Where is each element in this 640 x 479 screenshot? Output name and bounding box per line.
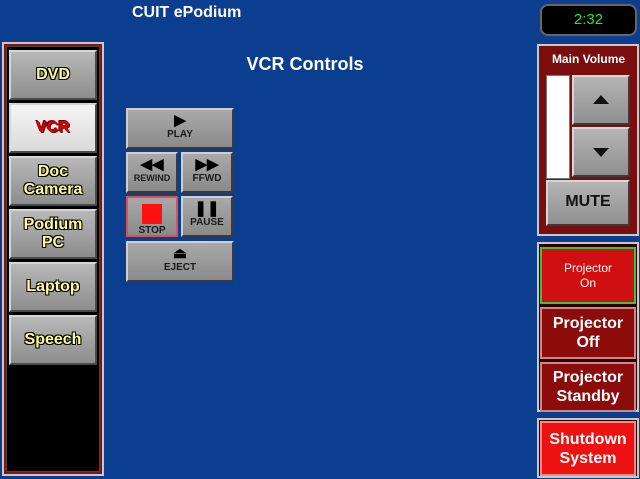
page-title: VCR Controls: [246, 54, 364, 74]
source-doc-camera-button[interactable]: Doc Camera: [9, 156, 97, 206]
play-button[interactable]: ▶ PLAY: [126, 108, 234, 149]
eject-button[interactable]: ⏏ EJECT: [126, 241, 234, 282]
arrow-up-icon: [593, 95, 609, 104]
stop-button[interactable]: STOP: [126, 196, 178, 237]
rewind-button[interactable]: ◀◀ REWIND: [126, 152, 178, 193]
clock-display: 2:32: [540, 4, 637, 36]
projector-off-button[interactable]: Projector Off: [540, 307, 636, 359]
rewind-icon: ◀◀: [140, 156, 164, 173]
mute-button[interactable]: MUTE: [546, 180, 630, 226]
arrow-down-icon: [593, 148, 609, 157]
source-speech-button[interactable]: Speech: [9, 315, 97, 365]
pause-icon: ❚❚: [194, 200, 220, 217]
fast-forward-icon: ▶▶: [195, 156, 219, 173]
stop-icon: [142, 204, 162, 224]
projector-on-button[interactable]: Projector On: [540, 247, 636, 304]
ffwd-button[interactable]: ▶▶ FFWD: [181, 152, 233, 193]
projector-standby-button[interactable]: Projector Standby: [540, 362, 636, 412]
source-podium-pc-button[interactable]: Podium PC: [9, 209, 97, 259]
pause-button[interactable]: ❚❚ PAUSE: [181, 196, 233, 237]
volume-up-button[interactable]: [572, 75, 630, 125]
shutdown-system-button[interactable]: Shutdown System: [540, 421, 636, 476]
eject-icon: ⏏: [172, 245, 188, 262]
volume-down-button[interactable]: [572, 127, 630, 177]
play-icon: ▶: [174, 112, 186, 129]
volume-label: Main Volume: [551, 52, 626, 66]
volume-level-bar: [546, 75, 570, 179]
source-laptop-button[interactable]: Laptop: [9, 262, 97, 312]
source-vcr-button[interactable]: VCR: [9, 103, 97, 153]
app-title: CUIT ePodium: [132, 4, 242, 21]
source-dvd-button[interactable]: DVD: [9, 50, 97, 100]
